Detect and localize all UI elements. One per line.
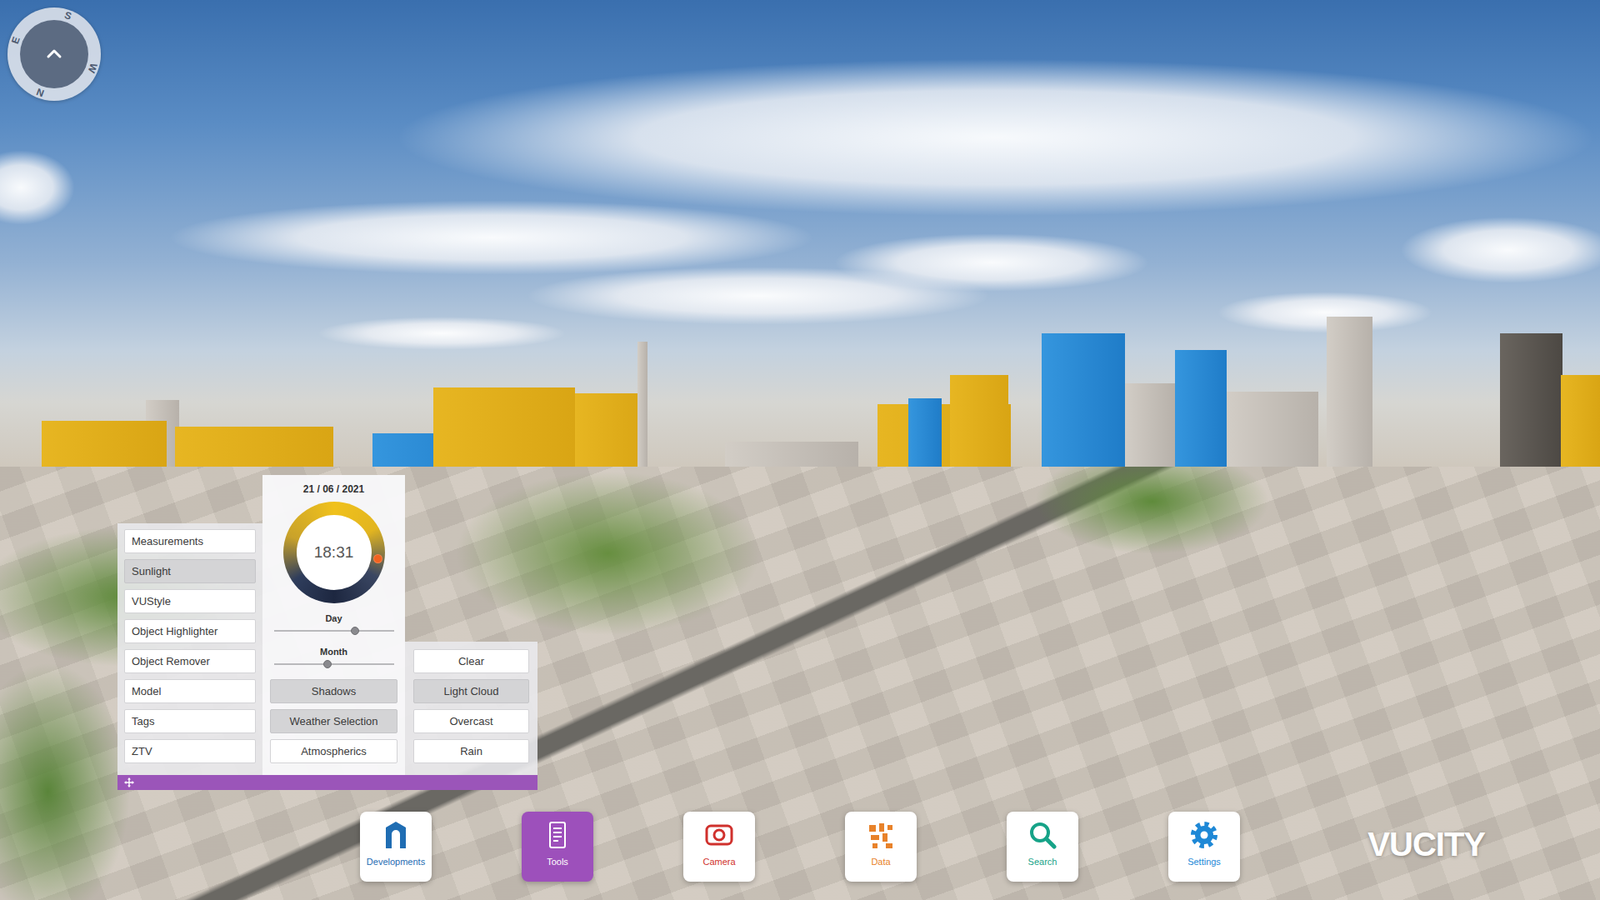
- sun-position-marker[interactable]: [373, 554, 383, 564]
- slider-thumb[interactable]: [323, 660, 332, 669]
- dock-label[interactable]: Developments: [366, 856, 425, 868]
- sunlight-date: 21 / 06 / 2021: [303, 481, 365, 497]
- tools-panel: Measurements Sunlight VUStyle Object Highli…: [117, 475, 538, 790]
- weather-option-button[interactable]: Clear: [413, 649, 530, 674]
- sun-time: 18:31: [296, 515, 372, 590]
- slider-label: Day: [325, 611, 342, 625]
- slider-track[interactable]: [274, 658, 395, 670]
- tool-menu-item[interactable]: Object Remover: [124, 649, 256, 674]
- sunlight-option-button[interactable]: Atmospherics: [270, 739, 398, 764]
- dock-label[interactable]: Tools: [546, 856, 569, 868]
- tool-menu-item[interactable]: Object Highlighter: [124, 619, 256, 644]
- search-icon[interactable]: [1025, 818, 1060, 852]
- sky: [0, 0, 1600, 350]
- slider-label: Month: [320, 645, 348, 659]
- tool-menu-item[interactable]: Sunlight: [124, 559, 256, 584]
- sunlight-option-button[interactable]: Weather Selection: [270, 709, 398, 734]
- developments-icon[interactable]: [379, 818, 413, 852]
- tool-menu-item[interactable]: Tags: [124, 709, 256, 734]
- city-viewport[interactable]: SWNE Measurements Sunlight VUStyle Object H…: [0, 0, 1600, 900]
- dock-button[interactable]: Tools: [521, 811, 594, 882]
- sunlight-option-button[interactable]: Shadows: [270, 679, 398, 704]
- slider-track[interactable]: [274, 625, 395, 637]
- caret-up-icon: [43, 43, 65, 65]
- dock-label[interactable]: Data: [870, 856, 890, 868]
- tool-menu-item[interactable]: Measurements: [124, 529, 256, 554]
- dock-label[interactable]: Search: [1028, 856, 1058, 868]
- vucity-logo: VUCITY: [1367, 825, 1485, 864]
- tools-list: Measurements Sunlight VUStyle Object Highli…: [117, 523, 263, 775]
- camera-icon[interactable]: [702, 818, 736, 852]
- tools-icon[interactable]: [540, 818, 575, 852]
- weather-option-button[interactable]: Rain: [413, 739, 530, 764]
- dock: Developments Tools Camera Data Search Setting…: [360, 811, 1240, 882]
- dock-button[interactable]: Settings: [1168, 811, 1240, 882]
- dock-label[interactable]: Settings: [1187, 856, 1221, 868]
- weather-option-button[interactable]: Light Cloud: [413, 679, 530, 704]
- tool-menu-item[interactable]: Model: [124, 679, 256, 704]
- compass[interactable]: SWNE: [7, 7, 101, 101]
- compass-center[interactable]: [20, 20, 89, 89]
- tool-menu-item[interactable]: ZTV: [124, 739, 256, 764]
- sunlight-panel: 21 / 06 / 2021 18:31 Day Month Shadows Weathe…: [262, 475, 405, 775]
- dock-button[interactable]: Camera: [683, 811, 755, 882]
- sunlight-options: Shadows Weather Selection Atmospherics: [270, 679, 398, 764]
- panel-handle[interactable]: [117, 775, 538, 790]
- dock-button[interactable]: Developments: [360, 811, 432, 882]
- slider-thumb[interactable]: [350, 626, 360, 635]
- move-icon[interactable]: [124, 777, 135, 788]
- data-icon[interactable]: [864, 818, 898, 852]
- weather-option-button[interactable]: Overcast: [413, 709, 530, 734]
- dock-button[interactable]: Data: [845, 811, 917, 882]
- dock-button[interactable]: Search: [1006, 811, 1079, 882]
- skyline: [0, 350, 1600, 467]
- weather-panel: Clear Light Cloud Overcast Rain: [405, 641, 538, 775]
- dock-label[interactable]: Camera: [702, 856, 735, 868]
- gear-icon[interactable]: [1187, 818, 1221, 852]
- tool-menu-item[interactable]: VUStyle: [124, 589, 256, 614]
- sun-dial[interactable]: 18:31: [283, 501, 385, 604]
